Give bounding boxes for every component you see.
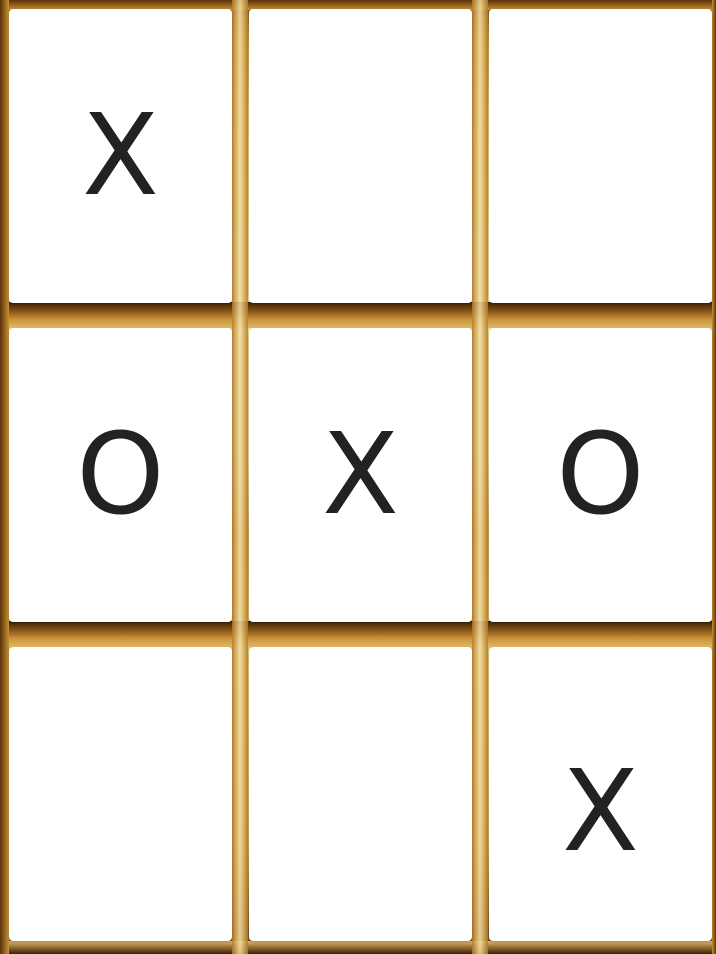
wood-rail-2 (0, 621, 716, 647)
board-cell-2[interactable] (249, 9, 472, 303)
board-cell-1[interactable]: X (9, 9, 232, 303)
cell-mark: X (82, 91, 159, 221)
cell-mark: O (76, 410, 165, 540)
wood-rail-bottom (0, 941, 716, 954)
board-cell-6[interactable]: O (489, 328, 712, 622)
board-cell-8[interactable] (249, 647, 472, 941)
wood-divider-2 (472, 0, 488, 954)
cell-mark: X (562, 747, 639, 877)
tic-tac-toe-board: X O X O X (0, 0, 716, 954)
wood-rail-1 (0, 302, 716, 328)
wood-divider-1 (232, 0, 248, 954)
board-cell-9[interactable]: X (489, 647, 712, 941)
wood-edge-right (712, 0, 716, 954)
board-cell-3[interactable] (489, 9, 712, 303)
cell-mark: O (556, 410, 645, 540)
wood-edge-left (0, 0, 9, 954)
board-cell-4[interactable]: O (9, 328, 232, 622)
board-cell-7[interactable] (9, 647, 232, 941)
board-cell-5[interactable]: X (249, 328, 472, 622)
cell-mark: X (322, 410, 399, 540)
